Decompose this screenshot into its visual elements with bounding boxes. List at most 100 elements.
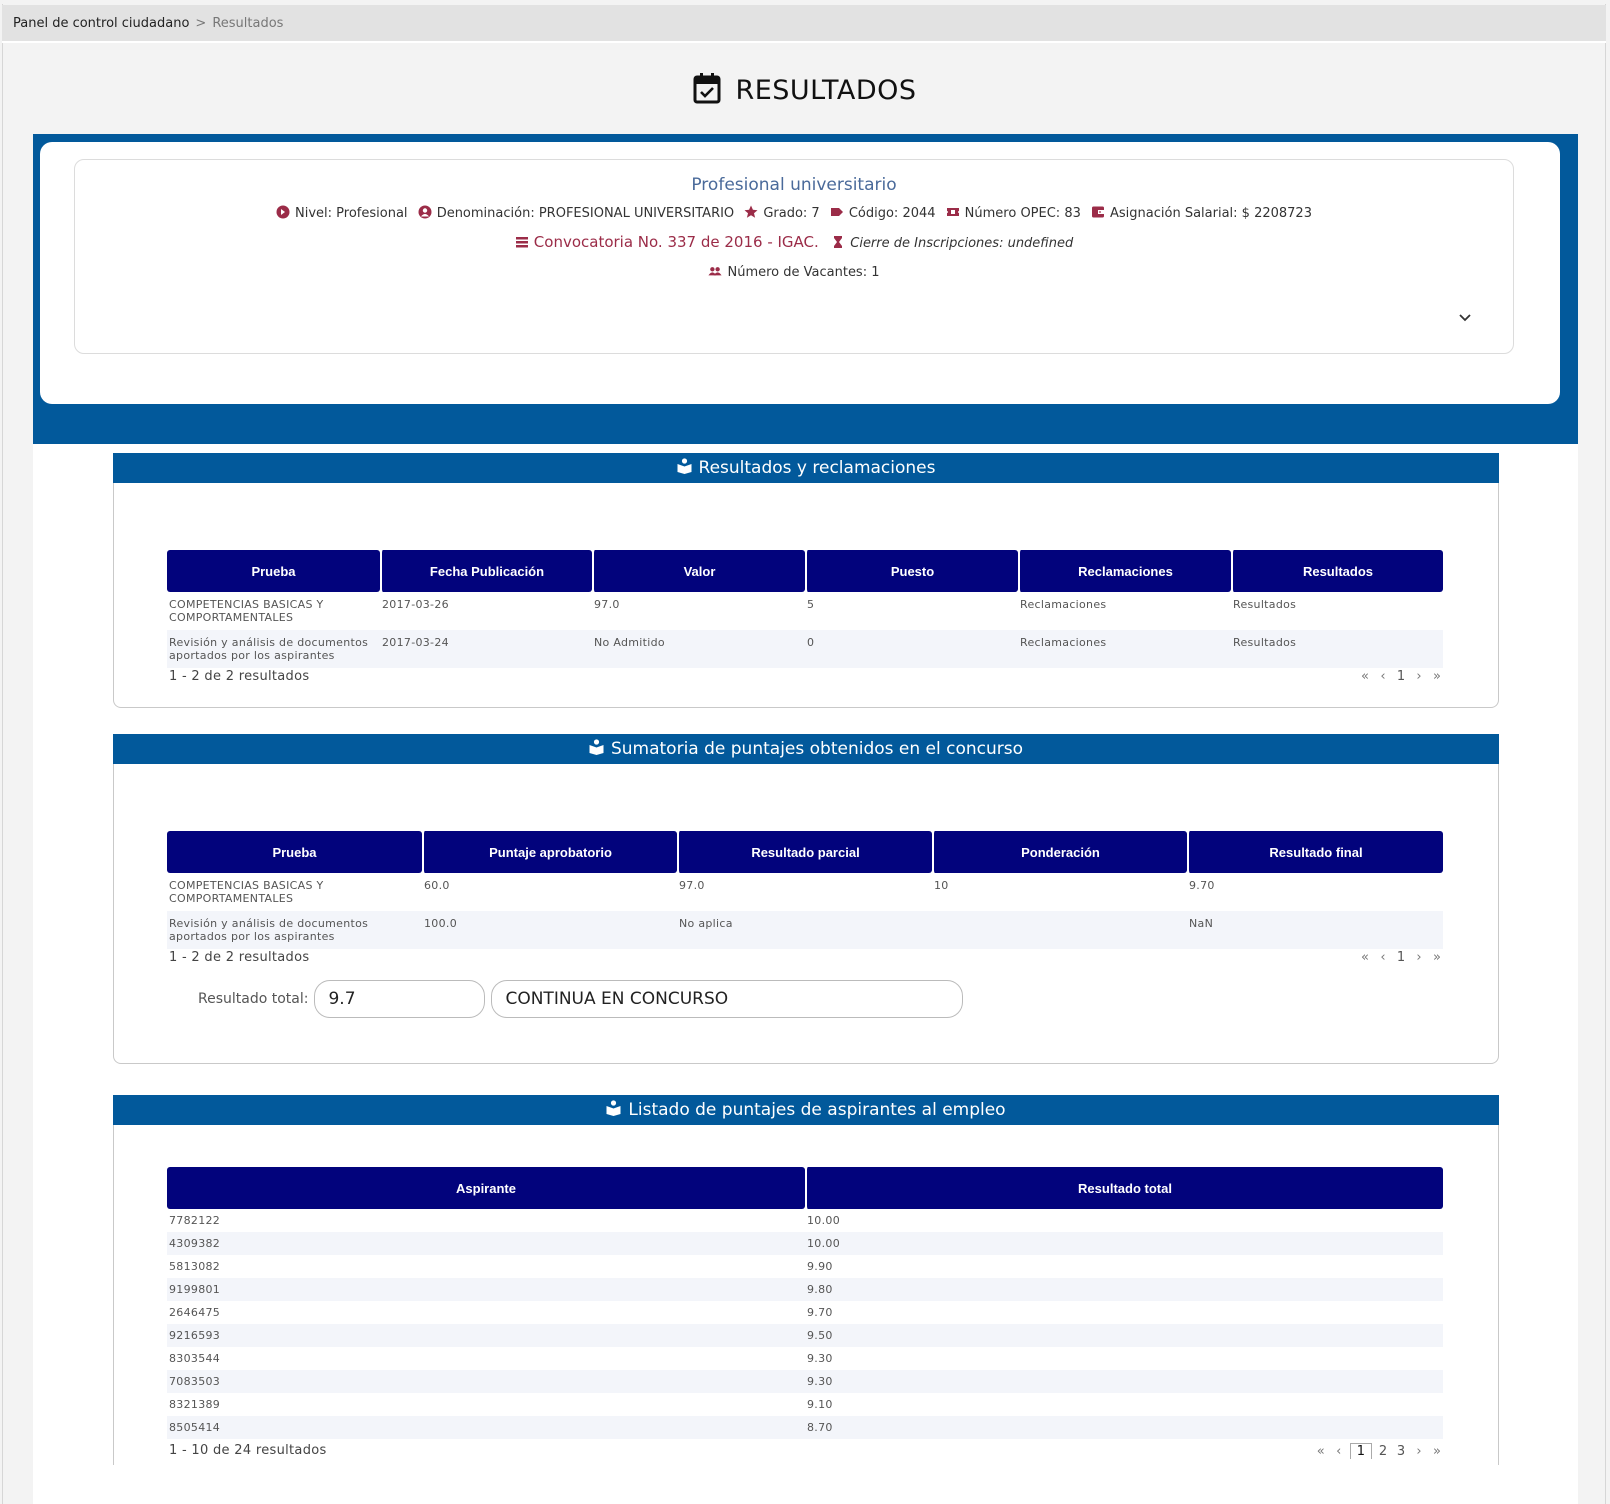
cell-aspirante: 2646475: [169, 1306, 221, 1319]
sumatoria-pager: « ‹ 1 › »: [1358, 950, 1444, 965]
codigo-text: Código: 2044: [848, 206, 936, 221]
col-resultados[interactable]: Resultados: [1231, 550, 1443, 592]
chevron-down-icon[interactable]: [1457, 310, 1473, 326]
denominacion-item: Denominación: PROFESIONAL UNIVERSITARIO: [418, 205, 734, 221]
cierre-text: Cierre de Inscripciones: undefined: [850, 236, 1074, 251]
pager-page-1[interactable]: 1: [1394, 669, 1408, 684]
total-result-field[interactable]: 9.7: [314, 980, 486, 1018]
book-reader-icon: [589, 735, 604, 765]
cell-fecha: 2017-03-26: [382, 598, 449, 611]
pager-first-icon[interactable]: «: [1358, 669, 1372, 684]
table-row: Revisión y análisis de documentos aporta…: [167, 911, 1443, 949]
cell-aspirante: 9199801: [167, 1278, 805, 1301]
pager-last-icon[interactable]: »: [1430, 950, 1444, 965]
col-valor[interactable]: Valor: [592, 550, 805, 592]
pager-next-icon[interactable]: ›: [1412, 1444, 1426, 1459]
resultados-link[interactable]: Resultados: [1231, 630, 1443, 668]
table-row: 5813082 9.90: [167, 1255, 1443, 1278]
cell-resultado-total: 9.50: [805, 1324, 1443, 1347]
cell-ponderacion: [932, 911, 1187, 949]
sumatoria-count: 1 - 2 de 2 resultados: [169, 950, 310, 965]
salario-text: Asignación Salarial: $ 2208723: [1110, 206, 1312, 221]
col-ponderacion[interactable]: Ponderación: [932, 831, 1187, 873]
table-row: COMPETENCIAS BASICAS Y COMPORTAMENTALES …: [167, 592, 1443, 630]
cell-aspirante: 8303544: [169, 1352, 221, 1365]
pager-page-1[interactable]: 1: [1349, 1443, 1372, 1459]
pager-page-1[interactable]: 1: [1394, 950, 1408, 965]
listado-panel-header: Listado de puntajes de aspirantes al emp…: [113, 1095, 1499, 1125]
pager-first-icon[interactable]: «: [1314, 1444, 1328, 1459]
breadcrumb-root-link[interactable]: Panel de control ciudadano: [13, 16, 189, 31]
reclamaciones-link[interactable]: Reclamaciones: [1018, 592, 1231, 630]
col-resultado-parcial[interactable]: Resultado parcial: [677, 831, 932, 873]
sumatoria-panel-title: Sumatoria de puntajes obtenidos en el co…: [610, 739, 1024, 759]
table-row: 7083503 9.30: [167, 1370, 1443, 1393]
cell-aspirante: 9216593: [167, 1324, 805, 1347]
users-icon: [708, 267, 723, 276]
pager-last-icon[interactable]: »: [1430, 1444, 1444, 1459]
pager-prev-icon[interactable]: ‹: [1376, 669, 1390, 684]
cell-fecha: 2017-03-24: [380, 630, 592, 668]
cell-resultado-total: 9.80: [805, 1278, 1443, 1301]
nivel-text: Nivel: Profesional: [295, 206, 408, 221]
resultados-pager: « ‹ 1 › »: [1358, 669, 1444, 684]
reclamaciones-link[interactable]: Reclamaciones: [1018, 630, 1231, 668]
pager-last-icon[interactable]: »: [1430, 669, 1444, 684]
pager-prev-icon[interactable]: ‹: [1376, 950, 1390, 965]
grado-item: Grado: 7: [744, 205, 820, 221]
nivel-item: Nivel: Profesional: [276, 205, 408, 221]
sumatoria-table: Prueba Puntaje aprobatorio Resultado par…: [167, 831, 1443, 949]
level-icon: [276, 205, 290, 219]
page-title-row: RESULTADOS: [0, 72, 1610, 111]
table-header-row: Aspirante Resultado total: [167, 1167, 1443, 1209]
col-resultado-final[interactable]: Resultado final: [1187, 831, 1443, 873]
salario-item: Asignación Salarial: $ 2208723: [1091, 205, 1312, 221]
pager-page-3[interactable]: 3: [1394, 1444, 1408, 1459]
cell-resultado-parcial: No aplica: [677, 911, 932, 949]
cell-aspirante: 5813082: [169, 1260, 221, 1273]
table-row: 2646475 9.70: [167, 1301, 1443, 1324]
listado-panel-title: Listado de puntajes de aspirantes al emp…: [628, 1100, 1006, 1120]
col-puesto[interactable]: Puesto: [805, 550, 1018, 592]
table-row: 8303544 9.30: [167, 1347, 1443, 1370]
total-label: Resultado total:: [198, 991, 309, 1007]
col-fecha-publicacion[interactable]: Fecha Publicación: [380, 550, 592, 592]
col-prueba[interactable]: Prueba: [167, 550, 380, 592]
col-aspirante[interactable]: Aspirante: [167, 1167, 805, 1209]
col-reclamaciones[interactable]: Reclamaciones: [1018, 550, 1231, 592]
pager-prev-icon[interactable]: ‹: [1332, 1444, 1346, 1459]
col-resultado-total[interactable]: Resultado total: [805, 1167, 1443, 1209]
user-circle-icon: [418, 205, 432, 219]
convocatoria-text: Convocatoria No. 337 de 2016 - IGAC.: [533, 233, 819, 251]
status-field[interactable]: CONTINUA EN CONCURSO: [491, 980, 964, 1018]
resultados-table: Prueba Fecha Publicación Valor Puesto Re…: [167, 550, 1443, 668]
cell-puesto: 5: [807, 598, 815, 611]
cell-resultado-total: 9.30: [807, 1352, 833, 1365]
job-title: Profesional universitario: [691, 175, 897, 195]
grado-text: Grado: 7: [763, 206, 820, 221]
col-puntaje-aprobatorio[interactable]: Puntaje aprobatorio: [422, 831, 677, 873]
cell-aspirante: 7782122: [169, 1214, 221, 1227]
list-icon: [515, 237, 528, 248]
table-row: COMPETENCIAS BASICAS Y COMPORTAMENTALES …: [167, 873, 1443, 911]
resultados-link[interactable]: Resultados: [1231, 592, 1443, 630]
col-prueba[interactable]: Prueba: [167, 831, 422, 873]
pager-first-icon[interactable]: «: [1358, 950, 1372, 965]
listado-pager: « ‹ 1 2 3 › »: [1314, 1443, 1444, 1459]
breadcrumb-separator: >: [195, 16, 207, 31]
codigo-item: Código: 2044: [830, 205, 936, 221]
page-title: RESULTADOS: [735, 75, 917, 106]
cell-valor: No Admitido: [592, 630, 805, 668]
convocatoria-line: Convocatoria No. 337 de 2016 - IGAC. Cie…: [75, 233, 1513, 251]
cell-resultado-total: 9.30: [805, 1370, 1443, 1393]
cell-resultado-total: 9.90: [807, 1260, 833, 1273]
pager-next-icon[interactable]: ›: [1412, 669, 1426, 684]
ticket-icon: [946, 208, 959, 216]
cell-resultado-total: 9.10: [807, 1398, 833, 1411]
hourglass-icon: [834, 236, 843, 248]
table-row: 9199801 9.80: [167, 1278, 1443, 1301]
cell-prueba: Revisión y análisis de documentos aporta…: [167, 630, 380, 668]
pager-next-icon[interactable]: ›: [1412, 950, 1426, 965]
cell-resultado-total: 10.00: [807, 1214, 840, 1227]
pager-page-2[interactable]: 2: [1376, 1444, 1390, 1459]
